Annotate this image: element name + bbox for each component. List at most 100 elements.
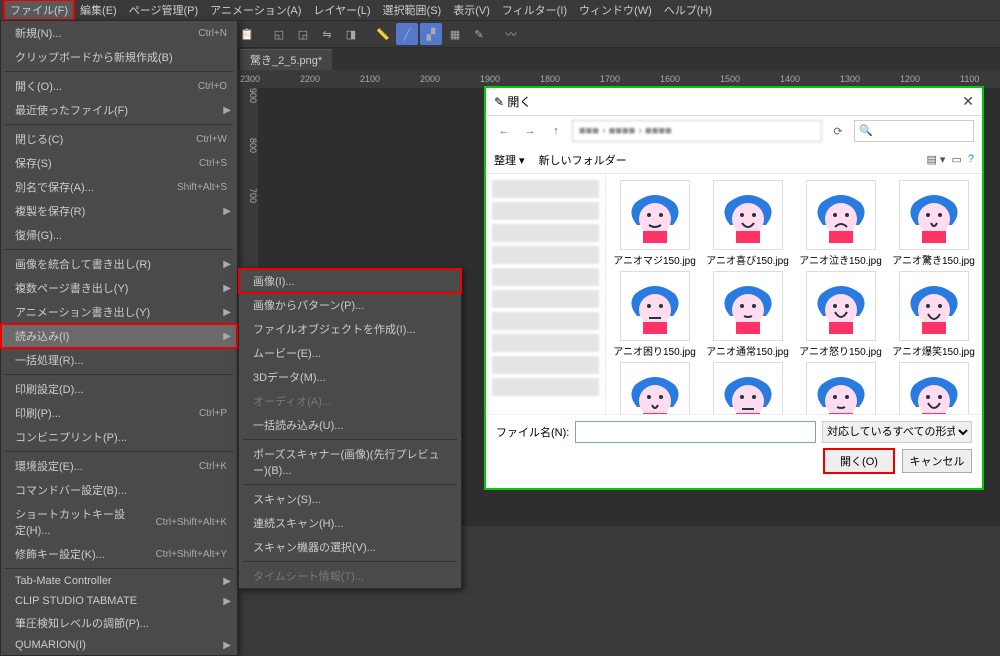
import-submenu: 画像(I)...画像からパターン(P)...ファイルオブジェクトを作成(I)..… (238, 268, 462, 589)
menu-edit[interactable]: 編集(E) (74, 0, 123, 20)
dialog-app-icon: ✎ (494, 95, 504, 109)
new-folder-button[interactable]: 新しいフォルダー (539, 152, 627, 168)
menu-item[interactable]: クリップボードから新規作成(B) (1, 45, 237, 69)
menu-item[interactable]: コンビニプリント(P)... (1, 425, 237, 449)
dialog-path-row: ← → ↑ ■■■ › ■■■■ › ■■■■ ⟳ (486, 116, 982, 146)
menu-item[interactable]: QUMARION(I)▶ (1, 635, 237, 655)
preview-icon[interactable]: ▭ (951, 153, 961, 166)
file-item[interactable]: アニオ喜び150.jpg (703, 180, 792, 267)
toolbar-grid-icon[interactable]: ▦ (444, 23, 466, 45)
menu-item[interactable]: 一括読み込み(U)... (239, 413, 461, 437)
menu-anim[interactable]: アニメーション(A) (204, 0, 307, 20)
menu-item[interactable]: 複数ページ書き出し(Y)▶ (1, 276, 237, 300)
organize-button[interactable]: 整理 ▾ (494, 152, 525, 168)
menu-item: タイムシート情報(T)... (239, 564, 461, 588)
file-grid: アニオマジ150.jpgアニオ喜び150.jpgアニオ泣き150.jpgアニオ驚… (606, 174, 982, 414)
menu-item[interactable]: 連続スキャン(H)... (239, 511, 461, 535)
menu-item[interactable]: 修飾キー設定(K)...Ctrl+Shift+Alt+Y (1, 542, 237, 566)
menu-item[interactable]: 画像(I)... (239, 269, 461, 293)
breadcrumb[interactable]: ■■■ › ■■■■ › ■■■■ (572, 120, 822, 142)
file-item[interactable]: アニオマジ150.jpg (610, 180, 699, 267)
dialog-sidebar[interactable] (486, 174, 606, 414)
open-button[interactable]: 開く(O) (824, 449, 894, 473)
menu-item[interactable]: ムービー(E)... (239, 341, 461, 365)
menu-item[interactable]: 複製を保存(R)▶ (1, 199, 237, 223)
menu-file[interactable]: ファイル(F) (4, 0, 74, 20)
toolbar-assist-icon[interactable]: 〰 (500, 23, 522, 45)
menu-item[interactable]: 開く(O)...Ctrl+O (1, 74, 237, 98)
file-menu-dropdown: 新規(N)...Ctrl+Nクリップボードから新規作成(B) 開く(O)...Ct… (0, 20, 238, 656)
menu-item[interactable]: ショートカットキー設定(H)...Ctrl+Shift+Alt+K (1, 502, 237, 542)
file-item[interactable]: アニオ通常150.jpg (703, 271, 792, 358)
menu-item[interactable]: 別名で保存(A)...Shift+Alt+S (1, 175, 237, 199)
menu-help[interactable]: ヘルプ(H) (658, 0, 718, 20)
menu-filter[interactable]: フィルター(I) (496, 0, 573, 20)
menu-item[interactable]: ファイルオブジェクトを作成(I)... (239, 317, 461, 341)
dialog-titlebar: ✎ 開く ✕ (486, 88, 982, 116)
document-tab[interactable]: 驚き_2_5.png* (240, 49, 332, 70)
filename-input[interactable] (575, 421, 816, 443)
file-item[interactable] (796, 362, 885, 414)
nav-back-icon[interactable]: ← (494, 125, 514, 137)
menu-item[interactable]: Tab-Mate Controller▶ (1, 571, 237, 591)
menu-item: オーディオ(A)... (239, 389, 461, 413)
file-item[interactable] (610, 362, 699, 414)
menu-item[interactable]: 印刷設定(D)... (1, 377, 237, 401)
filetype-select[interactable]: 対応しているすべての形式 (822, 421, 972, 443)
menu-item[interactable]: 読み込み(I)▶ (1, 324, 237, 348)
menu-item[interactable]: ポーズスキャナー(画像)(先行プレビュー)(B)... (239, 442, 461, 482)
file-item[interactable]: アニオ泣き150.jpg (796, 180, 885, 267)
menu-select[interactable]: 選択範囲(S) (377, 0, 448, 20)
file-item[interactable] (703, 362, 792, 414)
nav-fwd-icon[interactable]: → (520, 125, 540, 137)
dialog-title: 開く (507, 93, 531, 110)
menubar: ファイル(F) 編集(E) ページ管理(P) アニメーション(A) レイヤー(L… (0, 0, 1000, 20)
toolbar-ruler-icon[interactable]: 📏 (372, 23, 394, 45)
menu-item[interactable]: 最近使ったファイル(F)▶ (1, 98, 237, 122)
menu-item[interactable]: 一括処理(R)... (1, 348, 237, 372)
toolbar-snap1-icon[interactable]: ╱ (396, 23, 418, 45)
file-item[interactable]: アニオ爆笑150.jpg (889, 271, 978, 358)
menu-item[interactable]: スキャン機器の選択(V)... (239, 535, 461, 559)
menu-item[interactable]: 保存(S)Ctrl+S (1, 151, 237, 175)
search-input[interactable] (854, 120, 974, 142)
open-file-dialog: ✎ 開く ✕ ← → ↑ ■■■ › ■■■■ › ■■■■ ⟳ 整理 ▾ 新し… (484, 86, 984, 490)
menu-window[interactable]: ウィンドウ(W) (573, 0, 658, 20)
dialog-footer: ファイル名(N): 対応しているすべての形式 開く(O) キャンセル (486, 414, 982, 479)
help-icon[interactable]: ? (968, 153, 974, 166)
menu-item[interactable]: アニメーション書き出し(Y)▶ (1, 300, 237, 324)
menu-item[interactable]: CLIP STUDIO TABMATE▶ (1, 591, 237, 611)
menu-item[interactable]: 画像からパターン(P)... (239, 293, 461, 317)
close-icon[interactable]: ✕ (962, 93, 974, 110)
toolbar-flip-icon[interactable]: ⇋ (316, 23, 338, 45)
menu-item[interactable]: 画像を統合して書き出し(R)▶ (1, 252, 237, 276)
menu-item[interactable]: コマンドバー設定(B)... (1, 478, 237, 502)
menu-page[interactable]: ページ管理(P) (123, 0, 204, 20)
toolbar-paste-icon[interactable]: 📋 (236, 23, 258, 45)
menu-item[interactable]: 閉じる(C)Ctrl+W (1, 127, 237, 151)
toolbar-transform-icon[interactable]: ◱ (268, 23, 290, 45)
menu-layer[interactable]: レイヤー(L) (307, 0, 376, 20)
toolbar-persp-icon[interactable]: ◨ (340, 23, 362, 45)
cancel-button[interactable]: キャンセル (902, 449, 972, 473)
menu-item[interactable]: 環境設定(E)...Ctrl+K (1, 454, 237, 478)
toolbar-pen-icon[interactable]: ✎ (468, 23, 490, 45)
file-item[interactable]: アニオ怒り150.jpg (796, 271, 885, 358)
menu-item[interactable]: 復帰(G)... (1, 223, 237, 247)
menu-item[interactable]: 3Dデータ(M)... (239, 365, 461, 389)
dialog-toolbar: 整理 ▾ 新しいフォルダー ▤ ▾ ▭ ? (486, 146, 982, 174)
menu-item[interactable]: 新規(N)...Ctrl+N (1, 21, 237, 45)
refresh-icon[interactable]: ⟳ (828, 125, 848, 138)
menu-view[interactable]: 表示(V) (447, 0, 496, 20)
nav-up-icon[interactable]: ↑ (546, 125, 566, 137)
file-item[interactable]: アニオ困り150.jpg (610, 271, 699, 358)
menu-item[interactable]: 印刷(P)...Ctrl+P (1, 401, 237, 425)
toolbar-snap2-icon[interactable]: ▞ (420, 23, 442, 45)
file-item[interactable] (889, 362, 978, 414)
menu-item[interactable]: スキャン(S)... (239, 487, 461, 511)
toolbar-scale-icon[interactable]: ◲ (292, 23, 314, 45)
filename-label: ファイル名(N): (496, 424, 569, 440)
view-mode-icon[interactable]: ▤ ▾ (926, 153, 945, 166)
file-item[interactable]: アニオ驚き150.jpg (889, 180, 978, 267)
menu-item[interactable]: 筆圧検知レベルの調節(P)... (1, 611, 237, 635)
